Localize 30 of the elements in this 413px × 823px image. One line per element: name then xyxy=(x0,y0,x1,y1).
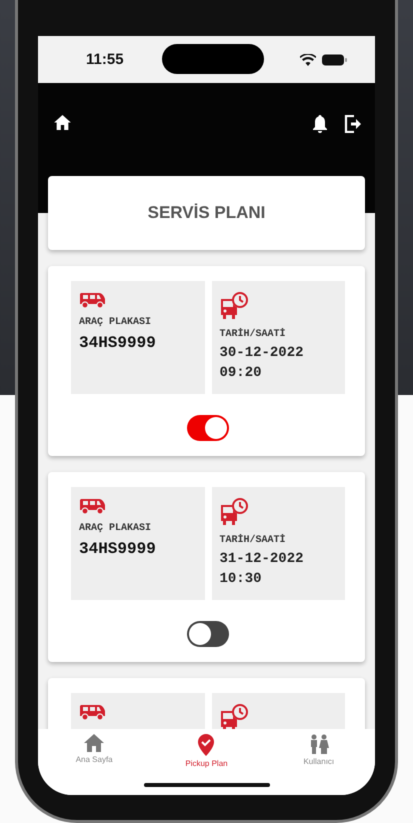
plate-label: ARAÇ PLAKASI xyxy=(79,523,152,534)
date-value: 30-12-2022 xyxy=(220,344,304,363)
bus-icon xyxy=(79,291,107,309)
time-value: 10:30 xyxy=(220,570,262,589)
bus-clock-icon xyxy=(220,497,250,527)
bus-icon xyxy=(79,497,107,515)
logout-icon[interactable] xyxy=(344,115,361,133)
bus-icon xyxy=(79,703,107,721)
date-label: TARİH/SAATİ xyxy=(220,535,286,546)
plate-number: 34HS9999 xyxy=(79,334,156,352)
wifi-icon xyxy=(300,54,316,66)
people-icon xyxy=(308,734,329,754)
location-check-icon xyxy=(198,734,214,756)
toggle-switch[interactable] xyxy=(187,621,229,647)
tab-item[interactable]: Pickup Plan xyxy=(150,729,263,769)
home-icon[interactable] xyxy=(54,115,71,130)
home-icon xyxy=(84,734,104,752)
time-value: 09:20 xyxy=(220,364,262,383)
tab-item[interactable]: Ana Sayfa xyxy=(38,729,150,769)
plate-number: 34HS9999 xyxy=(79,540,156,558)
battery-icon xyxy=(322,54,347,66)
notification-bell-icon[interactable] xyxy=(312,115,328,133)
date-label: TARİH/SAATİ xyxy=(220,329,286,340)
status-time: 11:55 xyxy=(86,51,124,68)
tab-item[interactable]: Kullanıcı xyxy=(262,729,375,769)
plate-label: ARAÇ PLAKASI xyxy=(79,317,152,328)
date-value: 31-12-2022 xyxy=(220,550,304,569)
toggle-switch[interactable] xyxy=(187,415,229,441)
page-title: SERVİS PLANI xyxy=(148,203,266,223)
bus-clock-icon xyxy=(220,291,250,321)
